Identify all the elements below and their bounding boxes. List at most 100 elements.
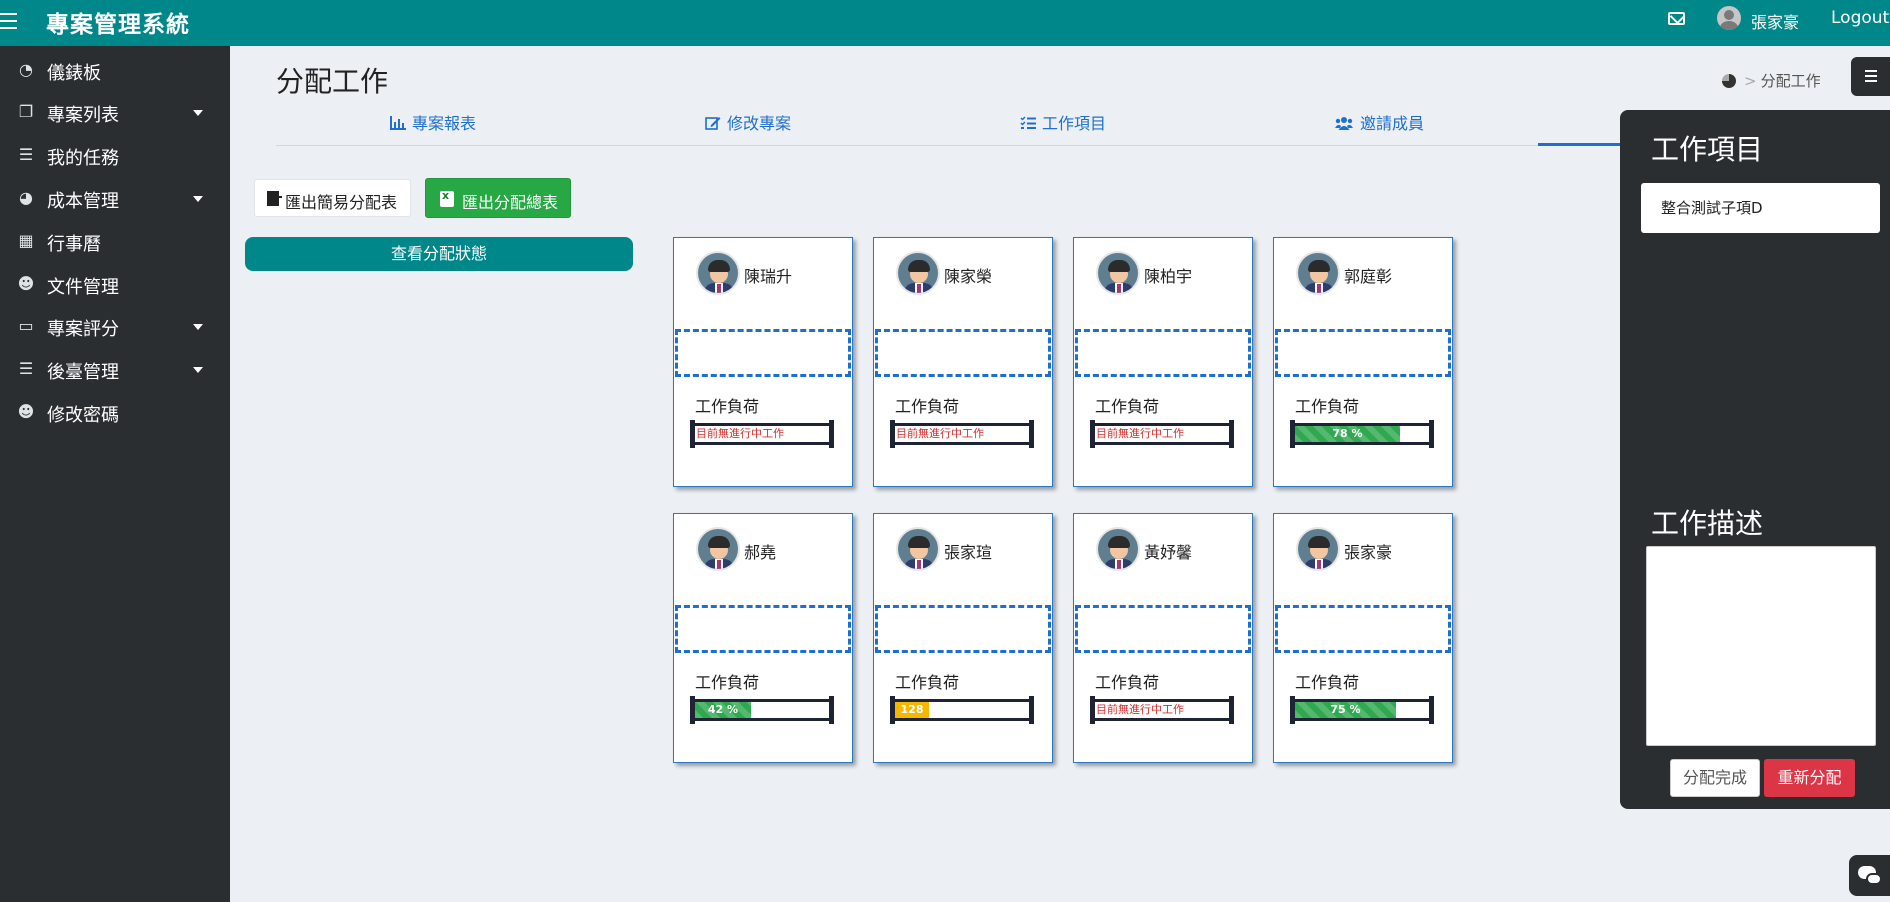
workload-progress: 78 %: [1290, 420, 1434, 448]
no-workload-text: 目前無進行中工作: [696, 427, 784, 440]
sidebar-item-cost[interactable]: ◕ 成本管理: [0, 178, 230, 218]
sidebar-item-label: 修改密碼: [47, 405, 119, 426]
copy-icon: ❐: [18, 102, 34, 121]
sidebar: ◔ 儀錶板 ❐ 專案列表 ☰ 我的任務 ◕ 成本管理 ▦ 行事曆 ☻ 文件管理 …: [0, 46, 230, 902]
workload-fill: 78 %: [1295, 426, 1400, 442]
sidebar-item-documents[interactable]: ☻ 文件管理: [0, 264, 230, 304]
workload-label: 工作負荷: [695, 673, 760, 692]
tab-invite-members[interactable]: 邀請成員: [1334, 110, 1424, 146]
sidebar-item-admin[interactable]: ☰ 後臺管理: [0, 349, 230, 389]
user-name[interactable]: 張家豪: [1751, 9, 1799, 33]
task-drop-zone[interactable]: [675, 329, 851, 377]
workload-progress: 目前無進行中工作: [690, 420, 834, 448]
task-drop-zone[interactable]: [1275, 329, 1451, 377]
member-card[interactable]: 黃妤馨 工作負荷 目前無進行中工作: [1073, 513, 1253, 763]
member-avatar: [696, 251, 740, 295]
bar-chart-icon: [390, 116, 406, 130]
workload-progress: 42 %: [690, 696, 834, 724]
view-status-button[interactable]: 查看分配狀態: [245, 237, 633, 271]
users-icon: ☻: [17, 274, 35, 293]
member-avatar: [1096, 527, 1140, 571]
member-card[interactable]: 張家瑄 工作負荷 128 %: [873, 513, 1053, 763]
mail-icon[interactable]: [1668, 12, 1685, 25]
task-drop-zone[interactable]: [1075, 605, 1251, 653]
panel-toggle-button[interactable]: [1851, 57, 1890, 96]
task-drop-zone[interactable]: [675, 605, 851, 653]
member-name: 陳瑞升: [744, 267, 793, 286]
member-name: 黃妤馨: [1144, 543, 1193, 562]
sidebar-item-calendar[interactable]: ▦ 行事曆: [0, 221, 230, 261]
users-icon: [1335, 117, 1353, 130]
calendar-icon: ▦: [18, 231, 34, 250]
tab-edit-project[interactable]: 修改專案: [705, 110, 791, 146]
no-workload-text: 目前無進行中工作: [1096, 703, 1184, 716]
workload-progress: 目前無進行中工作: [890, 420, 1034, 448]
sidebar-item-rating[interactable]: ▭ 專案評分: [0, 306, 230, 346]
page-title: 分配工作: [276, 65, 389, 98]
list-icon: [1020, 116, 1036, 129]
sidebar-item-label: 後臺管理: [47, 362, 119, 383]
workload-fill: 128 %: [895, 702, 929, 732]
no-workload-text: 目前無進行中工作: [1096, 427, 1184, 440]
project-tabs: 專案報表 修改專案 工作項目 邀請成員: [276, 110, 1620, 146]
task-drop-zone[interactable]: [875, 605, 1051, 653]
workload-label: 工作負荷: [1095, 397, 1160, 416]
task-heading: 工作項目: [1651, 133, 1764, 166]
tab-label: 工作項目: [1042, 114, 1107, 133]
workload-progress: 75 %: [1290, 696, 1434, 724]
sidebar-item-projects[interactable]: ❐ 專案列表: [0, 92, 230, 132]
export-simple-button[interactable]: 匯出簡易分配表: [254, 179, 411, 217]
users-icon: ☻: [17, 402, 35, 421]
sidebar-item-label: 文件管理: [47, 277, 119, 298]
member-avatar: [1096, 251, 1140, 295]
sidebar-item-password[interactable]: ☻ 修改密碼: [0, 392, 230, 432]
excel-icon: [440, 189, 454, 207]
member-avatar: [1296, 527, 1340, 571]
task-drop-zone[interactable]: [1075, 329, 1251, 377]
member-avatar: [896, 527, 940, 571]
member-card[interactable]: 郝堯工作負荷 42 %: [673, 513, 853, 763]
task-drop-zone[interactable]: [875, 329, 1051, 377]
user-avatar-icon[interactable]: [1717, 6, 1741, 30]
chat-icon[interactable]: [1849, 855, 1890, 896]
top-navbar: 專案管理系統 張家豪 Logout: [0, 0, 1890, 46]
sidebar-item-label: 儀錶板: [47, 63, 101, 84]
menu-toggle-icon[interactable]: [0, 8, 20, 32]
workload-progress: 目前無進行中工作: [1090, 696, 1234, 724]
member-avatar: [696, 527, 740, 571]
member-card[interactable]: 郭庭彰 工作負荷 78 %: [1273, 237, 1453, 487]
sidebar-item-label: 我的任務: [47, 148, 119, 169]
tab-label: 邀請成員: [1360, 114, 1425, 133]
member-name: 張家豪: [1344, 543, 1393, 562]
tab-active-indicator: [1538, 143, 1620, 146]
sidebar-item-my-tasks[interactable]: ☰ 我的任務: [0, 135, 230, 175]
app-title[interactable]: 專案管理系統: [46, 5, 190, 39]
reassign-button[interactable]: 重新分配: [1764, 759, 1855, 797]
tab-project-report[interactable]: 專案報表: [390, 110, 476, 146]
description-textarea[interactable]: [1646, 546, 1876, 746]
caret-down-icon: [193, 196, 203, 202]
member-card[interactable]: 陳瑞升 工作負荷 目前無進行中工作: [673, 237, 853, 487]
assignment-panel: 工作項目 整合測試子項D 工作描述 分配完成 重新分配: [1620, 110, 1890, 809]
workload-progress: 128 %: [890, 696, 1034, 732]
tasks-icon: ☰: [18, 145, 34, 164]
task-item-card[interactable]: 整合測試子項D: [1641, 183, 1880, 233]
breadcrumb-current: 分配工作: [1760, 72, 1821, 90]
sidebar-item-label: 行事曆: [47, 234, 101, 255]
tab-work-items[interactable]: 工作項目: [1020, 110, 1106, 146]
task-drop-zone[interactable]: [1275, 605, 1451, 653]
logout-link[interactable]: Logout: [1831, 8, 1889, 28]
workload-fill: 42 %: [695, 702, 751, 718]
caret-down-icon: [193, 110, 203, 116]
no-workload-text: 目前無進行中工作: [896, 427, 984, 440]
assign-done-button[interactable]: 分配完成: [1670, 759, 1760, 797]
sidebar-item-label: 專案列表: [47, 105, 119, 126]
sidebar-item-dashboard[interactable]: ◔ 儀錶板: [0, 50, 230, 90]
member-name: 郝堯: [744, 543, 777, 562]
description-heading: 工作描述: [1651, 507, 1764, 540]
member-card[interactable]: 張家豪 工作負荷 75 %: [1273, 513, 1453, 763]
member-card[interactable]: 陳柏宇 工作負荷 目前無進行中工作: [1073, 237, 1253, 487]
export-total-button[interactable]: 匯出分配總表: [425, 178, 571, 218]
member-card[interactable]: 陳家榮 工作負荷 目前無進行中工作: [873, 237, 1053, 487]
dashboard-icon: ◔: [19, 60, 33, 79]
